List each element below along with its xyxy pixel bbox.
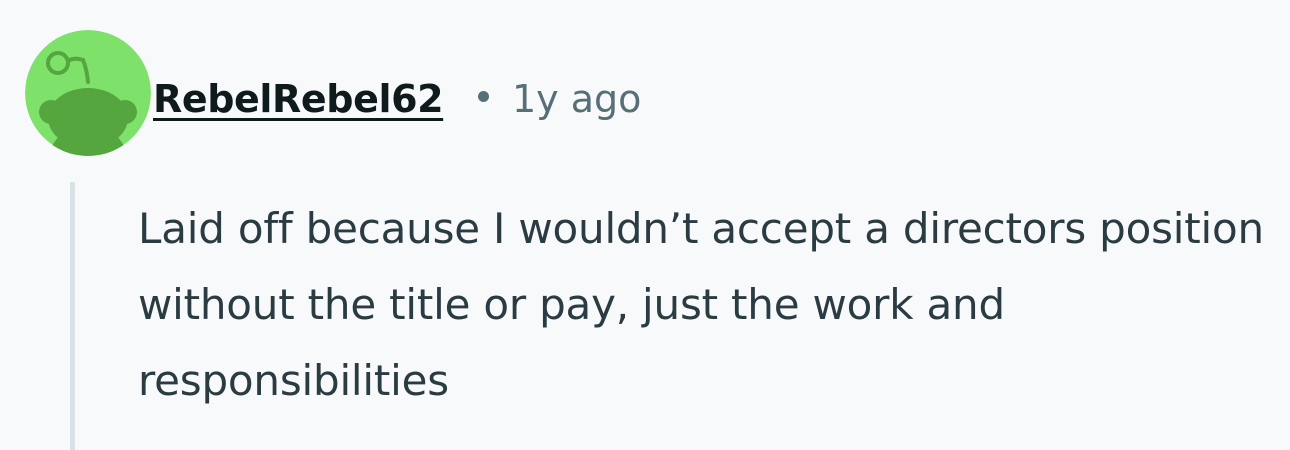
thread-collapse-line[interactable] [70,182,75,450]
comment-text: Laid off because I wouldn’t accept a dir… [138,204,1264,405]
comment-author-link[interactable]: RebelRebel62 [153,70,444,128]
comment: RebelRebel62 1y ago Laid off because I w… [0,0,1290,450]
comment-body: Laid off because I wouldn’t accept a dir… [138,191,1278,419]
user-avatar[interactable] [25,30,151,156]
snoo-avatar-icon [25,30,151,156]
comment-timestamp[interactable]: 1y ago [512,70,641,128]
meta-separator-dot [478,91,489,102]
